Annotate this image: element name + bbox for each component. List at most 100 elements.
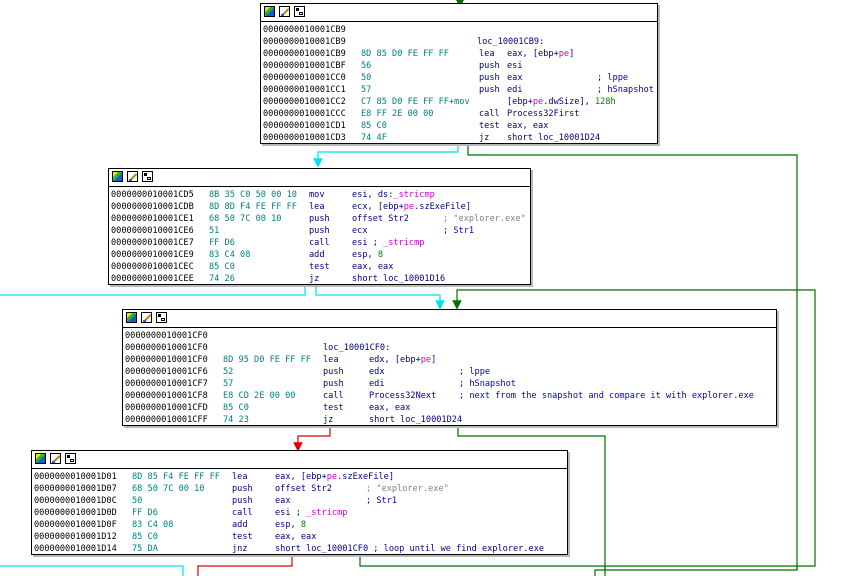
mnemonic: lea: [309, 202, 325, 212]
opcode-bytes: 85 C0: [132, 532, 158, 542]
disasm-line[interactable]: 0000000010001CE1 68 50 7C 00 10 push offset…: [111, 213, 530, 225]
operand-text: ]: [431, 355, 437, 365]
graph-overview-icon[interactable]: [156, 312, 167, 323]
code-block-10001CD5[interactable]: 0000000010001CD5 8B 35 C0 50 00 10 mov esi,…: [108, 168, 531, 285]
instruction-address: 0000000010001CE7: [111, 238, 194, 248]
node-color-icon[interactable]: [112, 171, 123, 182]
mnemonic: call: [232, 508, 253, 518]
block-header: [123, 310, 776, 328]
rename-node-icon[interactable]: [127, 171, 138, 182]
disasm-line[interactable]: 0000000010001D0D FF D6 call esi ; _stricmp: [34, 507, 567, 519]
instruction-address: 0000000010001D01: [34, 472, 117, 482]
disasm-line[interactable]: 0000000010001CF7 57 push edi ; hSnapshot: [125, 378, 776, 390]
symbol-reference[interactable]: pe: [533, 97, 543, 107]
disasm-line[interactable]: 0000000010001CC2 C7 85 D0 FE FF FF+mov [eb…: [263, 96, 657, 108]
operands: esi: [507, 60, 523, 72]
mnemonic: add: [232, 520, 248, 530]
disasm-line[interactable]: 0000000010001CF8 E8 CD 2E 00 00 call Proces…: [125, 390, 776, 402]
symbol-reference[interactable]: _stricmp: [306, 508, 347, 518]
operand-text: .dwSize],: [543, 97, 595, 107]
code-block-10001CB9[interactable]: 0000000010001CB9 0000000010001CB9 loc_1000…: [260, 3, 658, 144]
mnemonic: push: [232, 484, 253, 494]
opcode-bytes: 83 C4 08: [209, 250, 251, 260]
disasm-line[interactable]: 0000000010001CE6 51 push ecx ; Str1: [111, 225, 530, 237]
disasm-line[interactable]: 0000000010001CE9 83 C4 08 add esp, 8: [111, 249, 530, 261]
node-color-icon[interactable]: [35, 453, 46, 464]
rename-node-icon[interactable]: [141, 312, 152, 323]
mnemonic: jz: [309, 274, 320, 284]
disasm-line[interactable]: 0000000010001CC1 57 push edi ; hSnapshot: [263, 84, 657, 96]
instruction-address: 0000000010001CF0: [125, 355, 208, 365]
mnemonic: push: [479, 61, 500, 71]
disasm-line[interactable]: 0000000010001CB9: [263, 24, 657, 36]
graph-overview-icon[interactable]: [65, 453, 76, 464]
operands: edi: [369, 378, 385, 390]
disasm-line[interactable]: 0000000010001CD5 8B 35 C0 50 00 10 mov esi,…: [111, 189, 530, 201]
instruction-address: 0000000010001CE6: [111, 226, 194, 236]
rename-node-icon[interactable]: [279, 6, 290, 17]
opcode-bytes: FF D6: [132, 508, 158, 518]
operands: eax: [507, 72, 523, 84]
operand-text: eax: [507, 73, 523, 83]
line-comment: ; hSnapshot: [597, 85, 654, 95]
instruction-address: 0000000010001CC2: [263, 97, 346, 107]
disasm-line[interactable]: 0000000010001CF0 8D 95 D0 FE FF FF lea edx,…: [125, 354, 776, 366]
symbol-reference[interactable]: _stricmp: [393, 190, 434, 200]
mnemonic: add: [309, 250, 325, 260]
disasm-line[interactable]: 0000000010001D12 85 C0 test eax, eax: [34, 531, 567, 543]
disasm-line[interactable]: 0000000010001CF0 loc_10001CF0:: [125, 342, 776, 354]
disasm-line[interactable]: 0000000010001D0F 83 C4 08 add esp, 8: [34, 519, 567, 531]
instruction-address: 0000000010001CF0: [125, 343, 208, 353]
rename-node-icon[interactable]: [50, 453, 61, 464]
operands: short loc_10001D24: [507, 132, 600, 143]
disasm-line[interactable]: 0000000010001CD1 85 C0 test eax, eax: [263, 120, 657, 132]
mnemonic: jz: [479, 133, 490, 143]
line-comment: ; Str1: [443, 226, 475, 236]
line-comment: ; lppe: [597, 73, 629, 83]
code-block-10001D01[interactable]: 0000000010001D01 8D 85 F4 FE FF FF lea eax,…: [31, 450, 568, 555]
disasm-lines: 0000000010001D01 8D 85 F4 FE FF FF lea eax,…: [32, 469, 567, 554]
disasm-line[interactable]: 0000000010001CCC E8 FF 2E 00 00 call Proces…: [263, 108, 657, 120]
disasm-line[interactable]: 0000000010001CEE 74 26 jz short loc_10001D1…: [111, 273, 530, 284]
symbol-reference[interactable]: _stricmp: [383, 238, 424, 248]
mnemonic: test: [323, 403, 344, 413]
disasm-line[interactable]: 0000000010001CDB 8D 8D F4 FE FF FF lea ecx,…: [111, 201, 530, 213]
instruction-address: 0000000010001D14: [34, 544, 117, 554]
instruction-address: 0000000010001CDB: [111, 202, 194, 212]
symbol-reference[interactable]: pe: [327, 472, 337, 482]
disasm-line[interactable]: 0000000010001CEC 85 C0 test eax, eax: [111, 261, 530, 273]
instruction-address: 0000000010001CF7: [125, 379, 208, 389]
disasm-line[interactable]: 0000000010001CF0: [125, 330, 776, 342]
instruction-address: 0000000010001CC0: [263, 73, 346, 83]
symbol-reference[interactable]: pe: [559, 49, 569, 59]
opcode-bytes: 8D 95 D0 FE FF FF: [223, 355, 311, 365]
symbol-reference[interactable]: pe: [421, 355, 431, 365]
disasm-line[interactable]: 0000000010001CB9 loc_10001CB9:: [263, 36, 657, 48]
disasm-line[interactable]: 0000000010001D01 8D 85 F4 FE FF FF lea eax,…: [34, 471, 567, 483]
disasm-line[interactable]: 0000000010001CB9 8D 85 D0 FE FF FF lea eax,…: [263, 48, 657, 60]
operand-text: ecx, [ebp+: [352, 202, 404, 212]
graph-overview-icon[interactable]: [142, 171, 153, 182]
operands: offset Str2: [352, 213, 409, 225]
disasm-line[interactable]: 0000000010001D07 68 50 7C 00 10 push offset…: [34, 483, 567, 495]
symbol-reference[interactable]: pe: [404, 202, 414, 212]
disasm-line[interactable]: 0000000010001CBF 56 push esi: [263, 60, 657, 72]
disasm-line[interactable]: 0000000010001CE7 FF D6 call esi ; _stricmp: [111, 237, 530, 249]
disasm-line[interactable]: 0000000010001D14 75 DA jnz short loc_10001C…: [34, 543, 567, 554]
instruction-address: 0000000010001D07: [34, 484, 117, 494]
code-block-10001CF0[interactable]: 0000000010001CF0 0000000010001CF0 loc_1000…: [122, 309, 777, 426]
operands: eax, [ebp+pe]: [507, 48, 574, 60]
operands: esp, 8: [352, 249, 383, 261]
disasm-line[interactable]: 0000000010001CC0 50 push eax ; lppe: [263, 72, 657, 84]
disasm-line[interactable]: 0000000010001CFD 85 C0 test eax, eax: [125, 402, 776, 414]
operands: eax: [275, 495, 291, 507]
opcode-bytes: 68 50 7C 00 10: [132, 484, 205, 494]
node-color-icon[interactable]: [264, 6, 275, 17]
graph-overview-icon[interactable]: [294, 6, 305, 17]
disasm-line[interactable]: 0000000010001CFF 74 23 jz short loc_10001D2…: [125, 414, 776, 425]
disasm-line[interactable]: 0000000010001CF6 52 push edx ; lppe: [125, 366, 776, 378]
disasm-line[interactable]: 0000000010001D0C 50 push eax ; Str1: [34, 495, 567, 507]
disasm-line[interactable]: 0000000010001CD3 74 4F jz short loc_10001D2…: [263, 132, 657, 143]
operand-text: ]: [569, 49, 575, 59]
node-color-icon[interactable]: [126, 312, 137, 323]
